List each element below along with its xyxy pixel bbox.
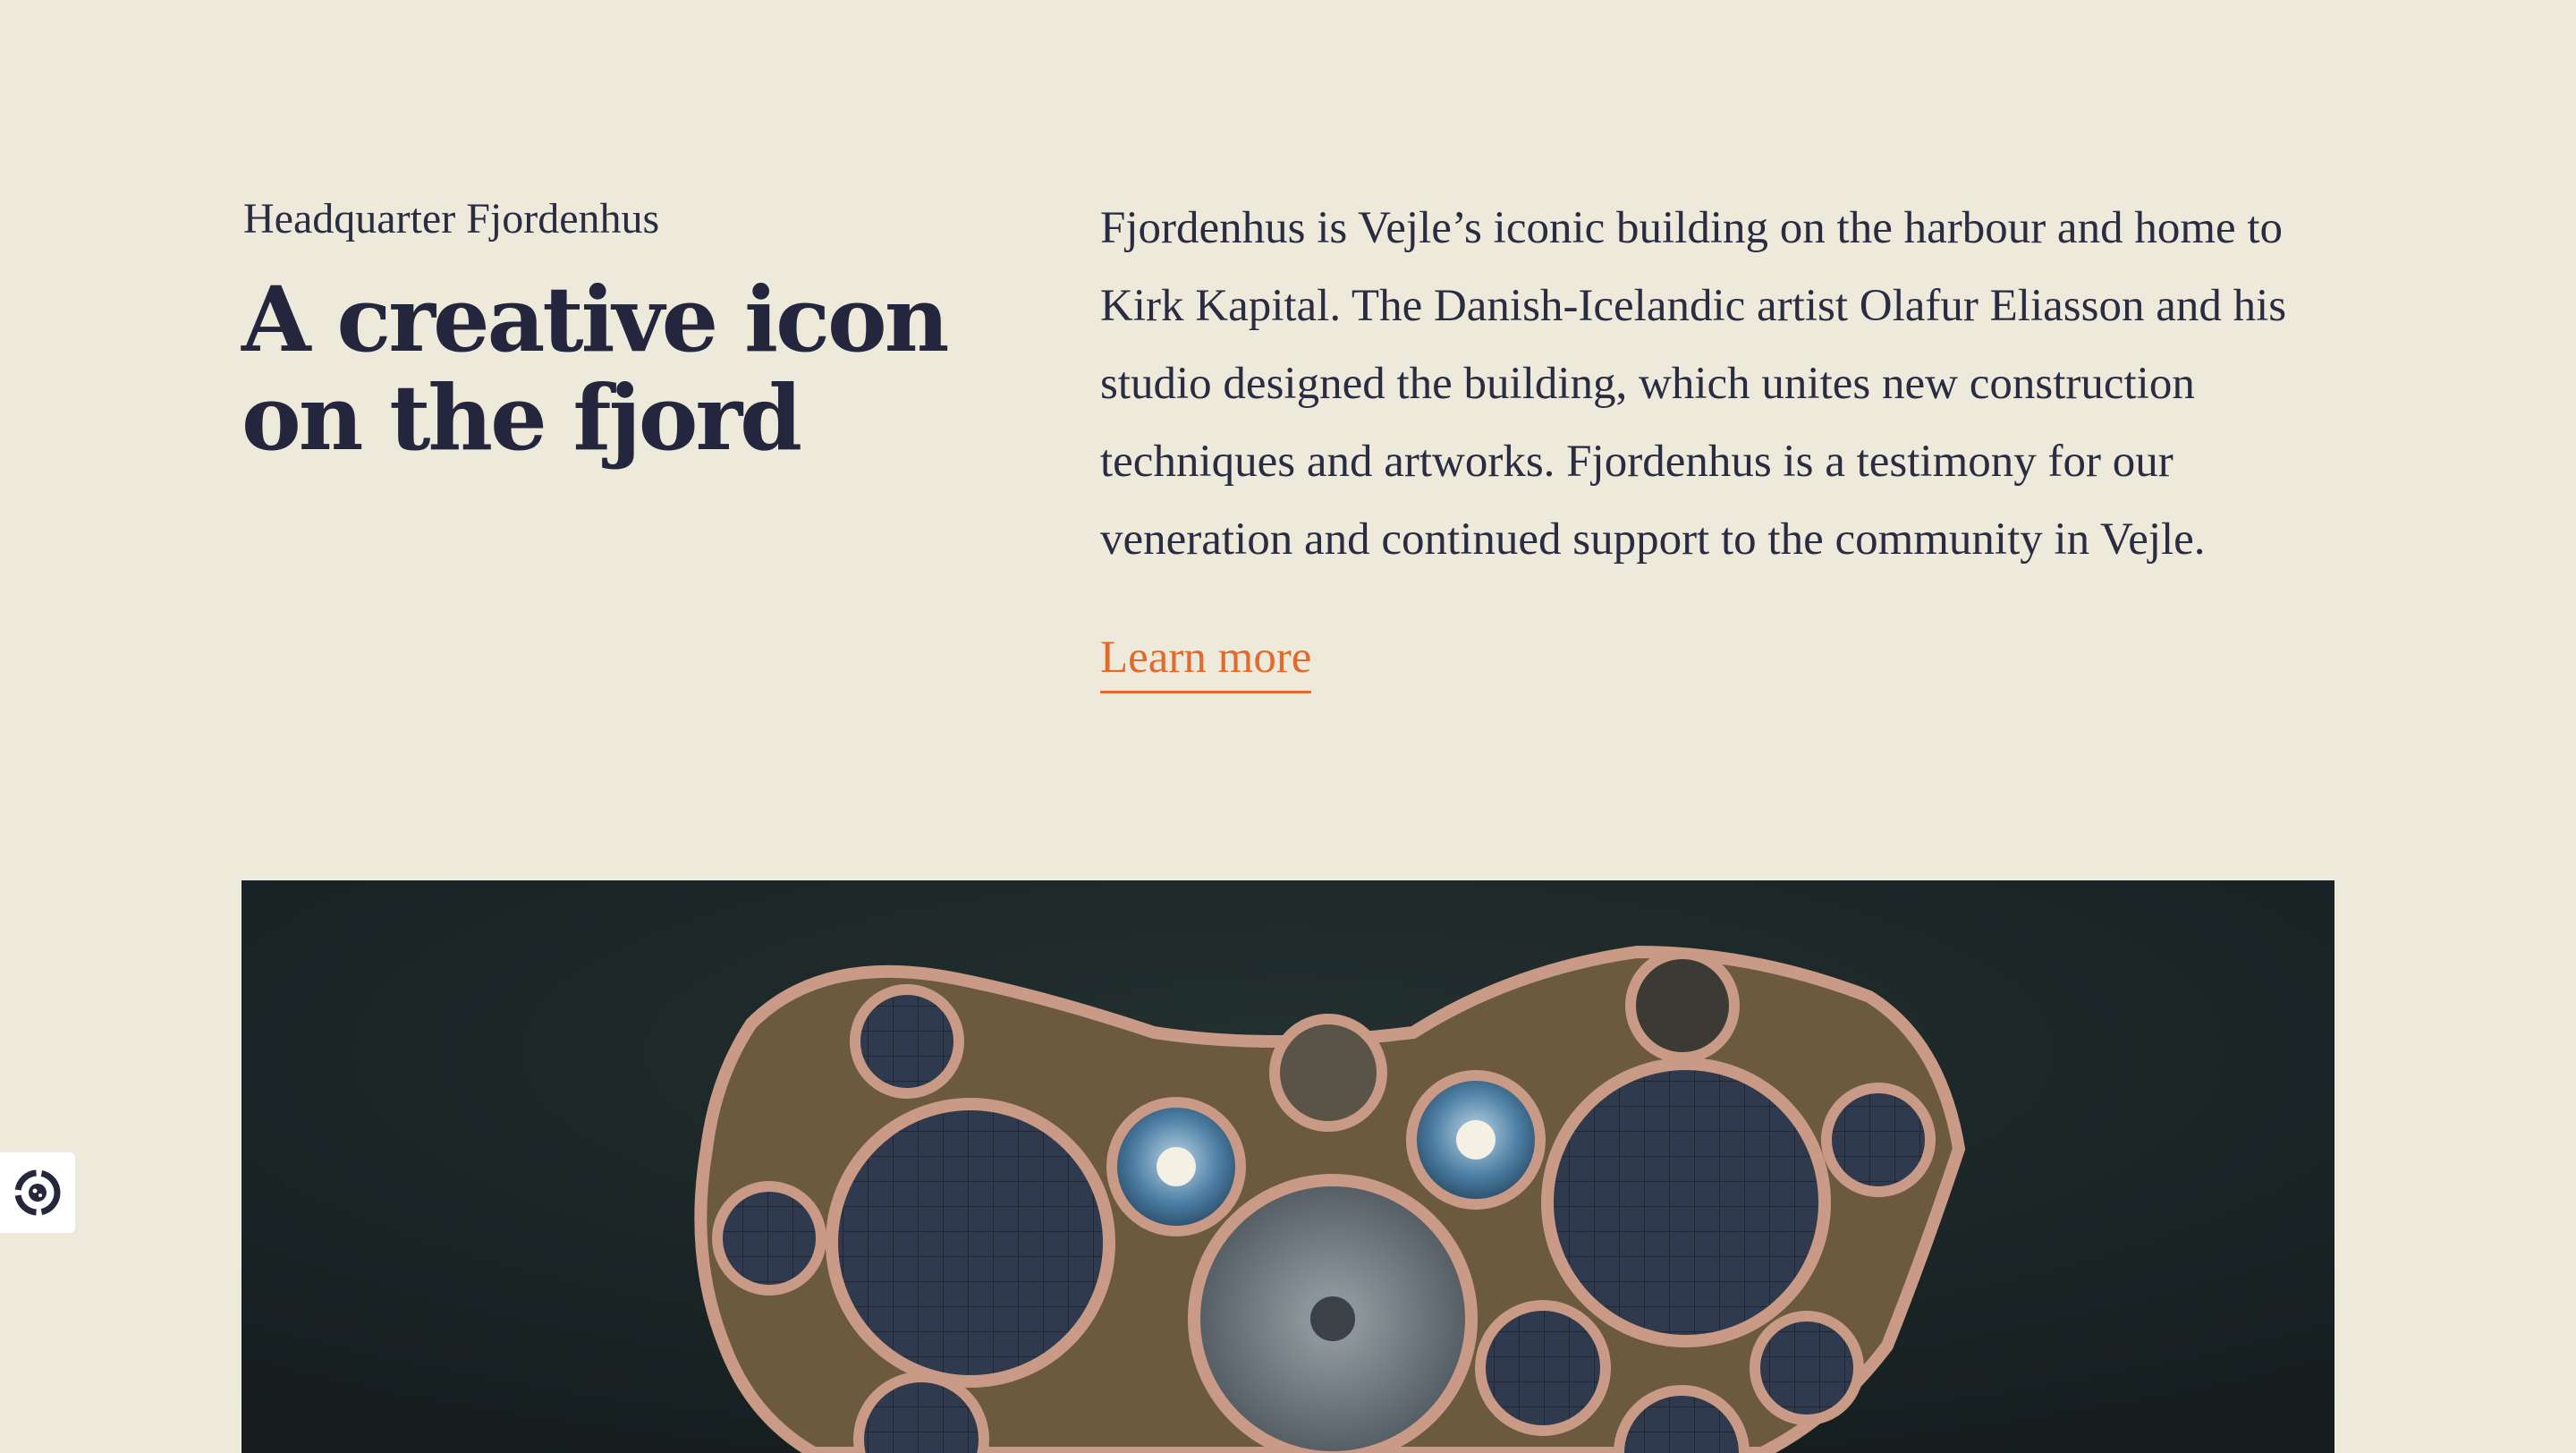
learn-more-link[interactable]: Learn more xyxy=(1100,626,1312,693)
cookie-settings-button[interactable] xyxy=(0,1152,75,1233)
hero-image xyxy=(242,880,2334,1453)
aerial-building-photo xyxy=(242,880,2334,1453)
section-headline: A creative icon on the fjord xyxy=(242,267,949,471)
section-eyebrow: Headquarter Fjordenhus xyxy=(243,195,660,242)
section-body-text: Fjordenhus is Vejle’s iconic building on… xyxy=(1100,203,2287,565)
cookie-settings-icon xyxy=(14,1169,61,1216)
